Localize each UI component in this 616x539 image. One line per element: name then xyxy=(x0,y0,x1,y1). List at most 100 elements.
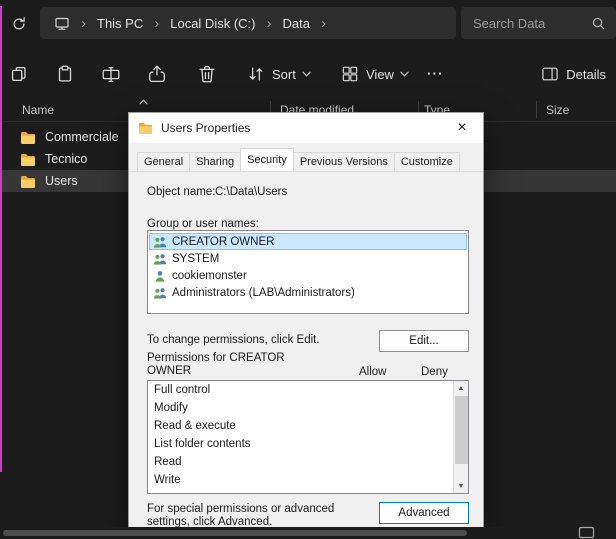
dialog-titlebar[interactable]: Users Properties × xyxy=(129,113,483,143)
users-properties-dialog: Users Properties × General Sharing Secur… xyxy=(128,112,484,528)
rename-icon xyxy=(100,63,122,85)
object-name-label: Object name: xyxy=(147,186,215,198)
permission-row-full-control[interactable]: Full control xyxy=(148,381,468,399)
scroll-down-icon[interactable]: ▼ xyxy=(454,479,468,493)
allow-column-header: Allow xyxy=(359,366,386,378)
edit-button[interactable]: Edit... xyxy=(379,330,469,352)
dialog-title: Users Properties xyxy=(161,121,250,135)
scrollbar-thumb[interactable] xyxy=(455,396,468,464)
this-pc-icon[interactable] xyxy=(54,16,70,31)
trash-icon xyxy=(196,63,218,85)
column-header-name[interactable]: Name xyxy=(22,103,54,117)
view-grid-icon xyxy=(340,64,360,84)
details-pane-button[interactable]: Details xyxy=(540,62,606,86)
paste-button[interactable] xyxy=(54,62,76,86)
permission-name: Modify xyxy=(154,402,188,414)
share-button[interactable] xyxy=(146,62,168,86)
deny-column-header: Deny xyxy=(421,366,448,378)
refresh-button[interactable] xyxy=(7,12,31,36)
breadcrumb-item-local-disk-c[interactable]: Local Disk (C:) xyxy=(170,16,255,31)
copy-button[interactable] xyxy=(8,62,30,86)
file-name: Users xyxy=(45,174,78,188)
search-input[interactable] xyxy=(473,16,591,31)
folder-icon xyxy=(20,153,36,166)
permission-row-list-folder-contents[interactable]: List folder contents xyxy=(148,435,468,453)
permission-row-write[interactable]: Write xyxy=(148,471,468,489)
file-name: Tecnico xyxy=(45,152,87,166)
dialog-close-button[interactable]: × xyxy=(450,116,474,140)
explorer-toolbar: Sort View ⋯ Details xyxy=(0,52,616,96)
permission-name: Full control xyxy=(154,384,210,396)
user-name: CREATOR OWNER xyxy=(172,236,274,248)
sort-ascending-icon xyxy=(139,99,148,105)
user-name: Administrators (LAB\Administrators) xyxy=(172,287,355,299)
breadcrumb-chevron-icon[interactable]: › xyxy=(81,16,86,31)
chevron-down-icon xyxy=(302,71,311,77)
tab-general[interactable]: General xyxy=(137,152,190,171)
user-name: cookiemonster xyxy=(172,270,247,282)
paste-icon xyxy=(54,63,76,85)
folder-icon xyxy=(20,175,36,188)
edit-hint-text: To change permissions, click Edit. xyxy=(147,334,320,346)
sort-label: Sort xyxy=(272,67,296,82)
copy-icon xyxy=(8,63,30,85)
share-icon xyxy=(146,63,168,85)
horizontal-scrollbar[interactable] xyxy=(3,530,467,536)
permissions-for-label: Permissions for CREATOR OWNER xyxy=(147,352,289,378)
user-row-creator-owner[interactable]: CREATOR OWNER xyxy=(149,233,467,250)
rename-button[interactable] xyxy=(100,62,122,86)
explorer-bottom-bar xyxy=(0,527,616,539)
tab-customize[interactable]: Customize xyxy=(394,152,460,171)
column-header-size[interactable]: Size xyxy=(546,103,569,117)
dialog-tabs: General Sharing Security Previous Versio… xyxy=(137,150,459,171)
permission-name: Read xyxy=(154,456,182,468)
advanced-button[interactable]: Advanced xyxy=(379,502,469,524)
breadcrumb-item-this-pc[interactable]: This PC xyxy=(97,16,143,31)
security-tab-page: Object name: C:\Data\Users Group or user… xyxy=(129,171,483,529)
group-icon xyxy=(153,253,167,265)
permissions-list[interactable]: Full control Modify Read & execute List … xyxy=(147,380,469,494)
window-accent-strip xyxy=(0,6,2,472)
permission-row-read[interactable]: Read xyxy=(148,453,468,471)
user-row-cookiemonster[interactable]: cookiemonster xyxy=(149,267,467,284)
more-ellipsis-icon: ⋯ xyxy=(426,64,444,84)
user-row-system[interactable]: SYSTEM xyxy=(149,250,467,267)
breadcrumb-item-data[interactable]: Data xyxy=(282,16,309,31)
view-button[interactable]: View xyxy=(340,62,409,86)
refresh-icon xyxy=(10,15,28,33)
tab-sharing[interactable]: Sharing xyxy=(189,152,241,171)
chevron-down-icon xyxy=(400,71,409,77)
permission-name: Read & execute xyxy=(154,420,236,432)
column-divider[interactable] xyxy=(536,101,537,118)
permission-row-read-execute[interactable]: Read & execute xyxy=(148,417,468,435)
delete-button[interactable] xyxy=(196,62,218,86)
tab-previous-versions[interactable]: Previous Versions xyxy=(293,152,395,171)
group-icon xyxy=(153,287,167,299)
search-icon xyxy=(591,16,606,31)
sort-arrows-icon xyxy=(246,64,266,84)
permission-row-modify[interactable]: Modify xyxy=(148,399,468,417)
sort-button[interactable]: Sort xyxy=(246,62,311,86)
permission-name: Write xyxy=(154,474,181,486)
breadcrumb-chevron-icon[interactable]: › xyxy=(154,16,159,31)
folder-icon xyxy=(138,122,153,134)
view-label: View xyxy=(366,67,394,82)
file-name: Commerciale xyxy=(45,130,119,144)
group-user-names-label: Group or user names: xyxy=(147,218,259,230)
details-pane-icon xyxy=(540,64,560,84)
breadcrumb-chevron-icon[interactable]: › xyxy=(266,16,271,31)
permissions-scrollbar[interactable]: ▲ ▼ xyxy=(453,381,468,493)
user-name: SYSTEM xyxy=(172,253,219,265)
group-user-names-list[interactable]: CREATOR OWNER SYSTEM cookiemonster xyxy=(147,230,469,314)
folder-icon xyxy=(20,131,36,144)
user-row-administrators[interactable]: Administrators (LAB\Administrators) xyxy=(149,284,467,301)
tab-security[interactable]: Security xyxy=(240,148,294,171)
view-mode-status-icon[interactable] xyxy=(578,526,595,539)
permission-name: List folder contents xyxy=(154,438,251,450)
breadcrumb-chevron-icon[interactable]: › xyxy=(321,16,326,31)
scroll-up-icon[interactable]: ▲ xyxy=(454,381,468,395)
breadcrumb: › This PC › Local Disk (C:) › Data › xyxy=(40,7,456,39)
search-box[interactable] xyxy=(461,7,616,39)
group-icon xyxy=(153,236,167,248)
more-options-button[interactable]: ⋯ xyxy=(426,62,444,86)
